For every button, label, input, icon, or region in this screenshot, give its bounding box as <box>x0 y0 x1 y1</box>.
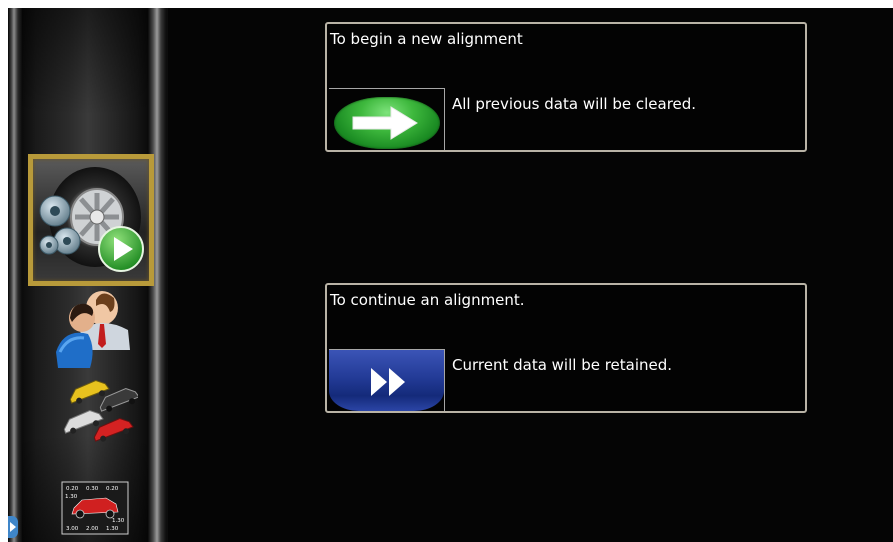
sidebar-expand-arrow[interactable] <box>8 516 18 538</box>
vehicle-specs-icon: 0.20 0.30 0.20 1.30 1.30 3.00 2.00 1.30 <box>61 481 129 535</box>
new-alignment-title: To begin a new alignment <box>330 30 523 48</box>
new-alignment-panel: To begin a new alignment All previous da… <box>325 22 807 152</box>
customer-icon <box>56 291 130 368</box>
spec-value: 0.20 <box>66 486 79 492</box>
vehicles-icon <box>63 379 140 442</box>
continue-alignment-title: To continue an alignment. <box>330 291 525 309</box>
spec-value: 0.30 <box>86 486 99 492</box>
new-alignment-description: All previous data will be cleared. <box>452 95 697 113</box>
spec-value: 1.30 <box>65 494 78 500</box>
spec-value: 0.20 <box>106 486 119 492</box>
sidebar-item-customer[interactable] <box>50 290 140 370</box>
new-alignment-button[interactable] <box>329 88 445 150</box>
continue-alignment-description: Current data will be retained. <box>452 356 673 374</box>
continue-alignment-panel: To continue an alignment. Current data w… <box>325 283 807 413</box>
spec-value: 2.00 <box>86 526 99 532</box>
alignment-start-screen: 0.20 0.30 0.20 1.30 1.30 3.00 2.00 1.30 … <box>8 8 893 542</box>
sidebar: 0.20 0.30 0.20 1.30 1.30 3.00 2.00 1.30 <box>8 8 168 542</box>
tire-gears-play-icon <box>39 167 144 272</box>
sidebar-item-alignment[interactable] <box>28 154 154 286</box>
right-arrow-icon <box>352 106 418 140</box>
spec-value: 3.00 <box>66 526 79 532</box>
continue-alignment-button[interactable] <box>329 349 445 411</box>
spec-value: 1.30 <box>112 518 125 524</box>
sidebar-item-vehicles[interactable] <box>48 376 140 456</box>
spec-value: 1.30 <box>106 526 119 532</box>
sidebar-item-specifications[interactable]: 0.20 0.30 0.20 1.30 1.30 3.00 2.00 1.30 <box>56 478 134 538</box>
fast-forward-icon <box>371 368 405 396</box>
